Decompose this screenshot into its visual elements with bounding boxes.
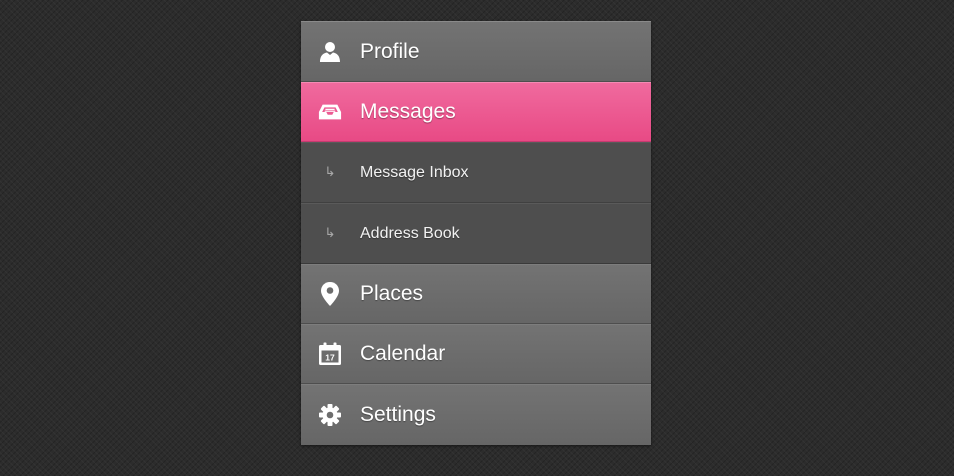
calendar-icon-day: 17 [325,353,335,363]
menu-item-profile[interactable]: Profile [301,21,651,82]
gear-icon [318,403,342,427]
menu-item-label: Profile [360,39,420,63]
calendar-icon: 17 [318,342,342,366]
subitem-arrow-icon: ↳ [324,226,336,241]
submenu-item-address-book[interactable]: ↳ Address Book [301,203,651,264]
user-icon [318,40,342,64]
submenu-item-label: Message Inbox [360,163,469,181]
menu-item-label: Calendar [360,342,446,365]
menu-item-calendar[interactable]: 17 Calendar [301,324,651,384]
menu-item-label: Messages [360,100,456,123]
submenu-item-message-inbox[interactable]: ↳ Message Inbox [301,142,651,203]
map-pin-icon [318,282,342,306]
menu-item-places[interactable]: Places [301,264,651,324]
side-menu: Profile Messages ↳ Message Inbox ↳ Addre… [301,21,651,445]
submenu-item-label: Address Book [360,224,460,242]
menu-item-label: Settings [360,403,436,426]
menu-item-messages[interactable]: Messages [301,82,651,142]
subitem-arrow-icon: ↳ [324,165,336,180]
menu-item-label: Places [360,282,424,305]
inbox-icon [318,100,342,124]
menu-item-settings[interactable]: Settings [301,384,651,445]
